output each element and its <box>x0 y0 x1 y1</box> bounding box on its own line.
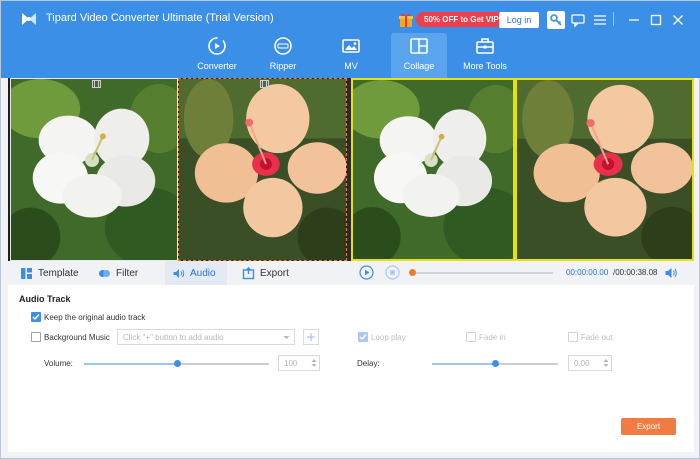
nav-converter[interactable]: Converter <box>189 33 245 78</box>
nav-collage[interactable]: Collage <box>391 33 447 78</box>
collage-preview <box>8 78 694 261</box>
delay-value: 0.00 <box>574 359 590 368</box>
keep-original-checkbox[interactable] <box>31 312 41 322</box>
audio-icon <box>173 268 185 278</box>
fade-in-checkbox[interactable] <box>466 332 476 342</box>
edit-tabs: Template Filter Audio Export <box>8 261 348 285</box>
audio-settings-panel: Audio Track Keep the original audio trac… <box>8 285 694 452</box>
minimize-icon[interactable] <box>625 11 643 29</box>
close-icon[interactable] <box>669 11 687 29</box>
preview-cell-1 <box>351 78 515 261</box>
progress-handle[interactable] <box>409 269 416 276</box>
export-icon <box>242 266 255 279</box>
key-icon[interactable] <box>547 11 565 29</box>
audio-select-placeholder: Click "+" button to add audio <box>123 333 224 342</box>
loop-play-label: Loop play <box>371 333 406 342</box>
delay-slider-handle[interactable] <box>492 360 499 367</box>
volume-icon[interactable] <box>664 266 678 280</box>
app-logo <box>22 13 36 25</box>
nav-ripper[interactable]: Ripper <box>255 33 311 78</box>
tab-audio[interactable]: Audio <box>165 261 227 285</box>
peach-hibiscus-preview <box>517 80 692 259</box>
filter-icon <box>99 269 110 277</box>
film-strip-icon[interactable] <box>260 80 269 88</box>
output-preview-pane <box>351 78 694 261</box>
stop-icon[interactable] <box>385 265 400 280</box>
total-time: /00:00:38.08 <box>613 268 658 277</box>
template-icon <box>21 267 32 279</box>
toolbox-icon <box>476 38 494 54</box>
tab-audio-label: Audio <box>190 267 216 279</box>
film-strip-icon[interactable] <box>92 80 101 88</box>
maximize-icon[interactable] <box>647 11 665 29</box>
loop-play-checkbox[interactable] <box>358 332 368 342</box>
delay-slider[interactable] <box>432 360 558 367</box>
nav-mv-label: MV <box>344 61 358 71</box>
gift-icon <box>399 13 413 27</box>
current-time: 00:00:00.00 <box>566 268 609 277</box>
nav-more-tools-label: More Tools <box>463 61 507 71</box>
app-title: Tipard Video Converter Ultimate (Trial V… <box>46 12 274 24</box>
nav-more-tools[interactable]: More Tools <box>457 33 513 78</box>
tab-filter[interactable]: Filter <box>98 261 138 285</box>
progress-track[interactable] <box>410 272 553 274</box>
ripper-icon <box>274 37 292 55</box>
background-audio-select[interactable]: Click "+" button to add audio <box>117 329 295 345</box>
promo-banner[interactable]: 50% OFF to Get VIP <box>398 11 507 28</box>
fade-in-label: Fade in <box>479 333 506 342</box>
nav-ripper-label: Ripper <box>269 61 297 71</box>
volume-spinbox[interactable]: 100 <box>278 355 320 371</box>
white-hibiscus-image <box>11 79 177 260</box>
collage-icon <box>410 38 428 54</box>
tab-filter-label: Filter <box>116 267 139 279</box>
mv-icon <box>342 39 360 53</box>
main-nav: Converter Ripper MV Collage More Tools <box>1 33 700 78</box>
nav-mv[interactable]: MV <box>323 33 379 78</box>
audio-track-title: Audio Track <box>19 294 71 304</box>
add-audio-button[interactable] <box>303 329 319 345</box>
check-icon <box>359 334 367 341</box>
spin-arrows-icon[interactable] <box>311 358 317 368</box>
tab-export[interactable]: Export <box>242 261 289 285</box>
promo-badge[interactable]: 50% OFF to Get VIP <box>416 12 507 27</box>
volume-slider[interactable] <box>84 360 269 367</box>
feedback-icon[interactable] <box>569 11 587 29</box>
collage-cell-1[interactable] <box>10 78 178 261</box>
collage-cell-2[interactable] <box>178 78 347 261</box>
tab-export-label: Export <box>260 267 289 279</box>
volume-slider-fill <box>84 363 177 365</box>
player-controls: 00:00:00.00 /00:00:38.08 <box>351 261 694 285</box>
login-button[interactable]: Log in <box>499 12 539 28</box>
edit-pane <box>8 78 347 261</box>
volume-value: 100 <box>284 359 298 368</box>
delay-spinbox[interactable]: 0.00 <box>568 355 612 371</box>
delay-slider-fill <box>432 363 495 365</box>
export-button[interactable]: Export <box>621 418 676 435</box>
background-music-label: Background Music <box>44 333 110 342</box>
volume-label: Volume: <box>44 359 73 368</box>
menu-icon[interactable] <box>591 11 609 29</box>
preview-cell-2 <box>515 78 694 261</box>
plus-icon <box>307 333 315 341</box>
tab-template[interactable]: Template <box>20 261 79 285</box>
play-icon[interactable] <box>359 265 374 280</box>
peach-hibiscus-image <box>179 79 346 260</box>
fade-out-checkbox[interactable] <box>568 332 578 342</box>
tab-template-label: Template <box>38 267 79 279</box>
keep-original-label: Keep the original audio track <box>44 313 146 322</box>
title-bar: Tipard Video Converter Ultimate (Trial V… <box>1 1 700 37</box>
delay-label: Delay: <box>357 359 380 368</box>
volume-slider-handle[interactable] <box>174 360 181 367</box>
white-hibiscus-preview <box>353 80 513 259</box>
check-icon <box>32 314 40 321</box>
chevron-down-icon <box>283 336 290 339</box>
app-window: Tipard Video Converter Ultimate (Trial V… <box>0 0 700 459</box>
nav-converter-label: Converter <box>197 61 237 71</box>
converter-icon <box>208 37 226 55</box>
fade-out-label: Fade out <box>581 333 613 342</box>
title-separator <box>613 12 614 26</box>
spin-arrows-icon[interactable] <box>603 358 609 368</box>
background-music-checkbox[interactable] <box>31 332 41 342</box>
nav-collage-label: Collage <box>403 61 435 71</box>
